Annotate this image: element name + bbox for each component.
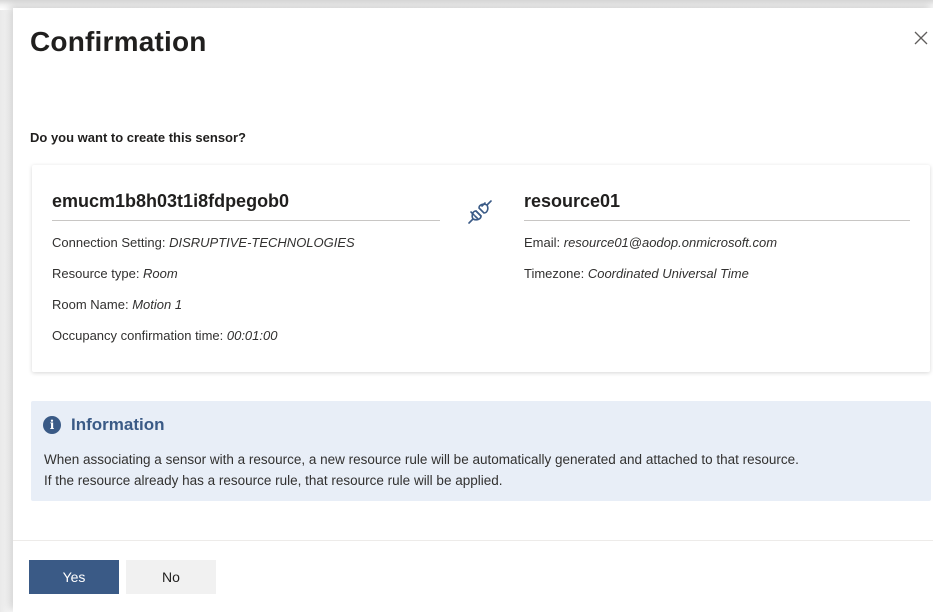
sensor-field-room-name: Room Name: Motion 1 xyxy=(52,297,183,312)
sensor-field-connection: Connection Setting: DISRUPTIVE-TECHNOLOG… xyxy=(52,235,355,250)
information-text: When associating a sensor with a resourc… xyxy=(44,449,924,491)
information-header: i Information xyxy=(43,415,165,435)
sensor-field-occupancy-time: Occupancy confirmation time: 00:01:00 xyxy=(52,328,278,343)
info-icon: i xyxy=(43,416,61,434)
confirmation-question: Do you want to create this sensor? xyxy=(30,130,246,145)
no-button[interactable]: No xyxy=(126,560,216,594)
information-line-2: If the resource already has a resource r… xyxy=(44,473,503,488)
yes-button[interactable]: Yes xyxy=(29,560,119,594)
resource-field-email: Email: resource01@aodop.onmicrosoft.com xyxy=(524,235,778,250)
resource-field-timezone: Timezone: Coordinated Universal Time xyxy=(524,266,749,281)
dialog-title: Confirmation xyxy=(30,26,207,57)
information-banner: i Information When associating a sensor … xyxy=(31,401,931,501)
information-line-1: When associating a sensor with a resourc… xyxy=(44,452,799,467)
close-icon xyxy=(914,31,928,45)
information-title: Information xyxy=(71,415,165,434)
confirmation-dialog: Confirmation Do you want to create this … xyxy=(13,8,933,612)
resource-details: resource01 Email: resource01@aodop.onmic… xyxy=(524,191,910,283)
resource-name: resource01 xyxy=(524,191,910,221)
close-button[interactable] xyxy=(909,26,933,50)
link-plug-icon xyxy=(468,200,492,224)
footer-divider xyxy=(13,540,933,541)
sensor-name: emucm1b8h03t1i8fdpegob0 xyxy=(52,191,440,221)
sensor-field-resource-type: Resource type: Room xyxy=(52,266,178,281)
association-card: emucm1b8h03t1i8fdpegob0 Connection Setti… xyxy=(32,165,930,372)
sensor-details: emucm1b8h03t1i8fdpegob0 Connection Setti… xyxy=(52,191,440,345)
